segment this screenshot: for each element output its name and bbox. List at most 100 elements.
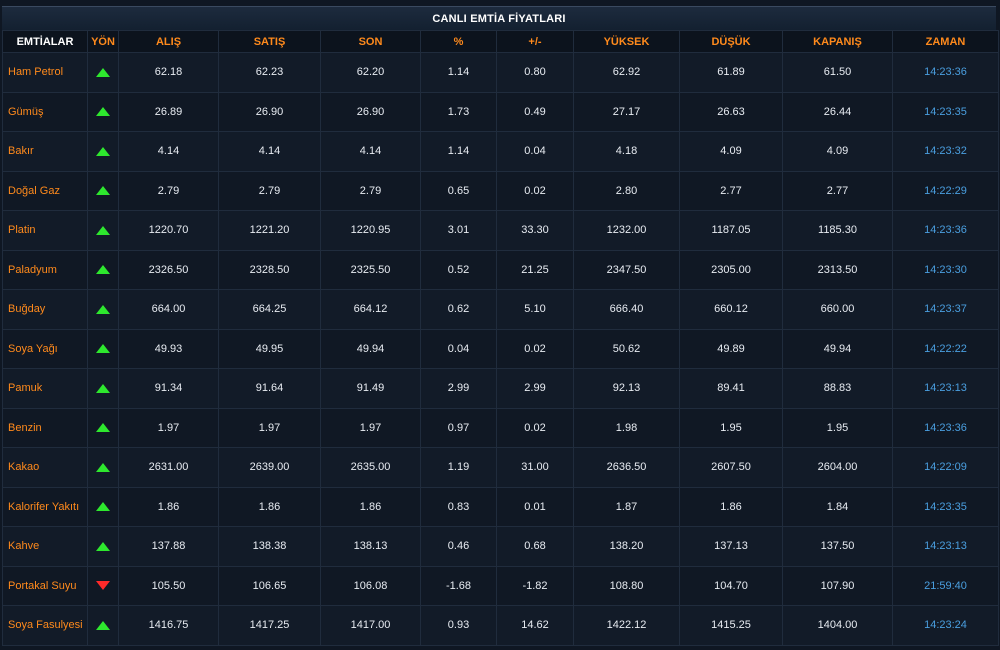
table-row[interactable]: Kakao 2631.00 2639.00 2635.00 1.19 31.00 2636.… (2, 447, 999, 488)
value-zaman: 14:23:36 (892, 407, 999, 448)
table-row[interactable]: Soya Yağı 49.93 49.95 49.94 0.04 0.02 50.62 49.… (2, 328, 999, 369)
value-pct: 0.04 (420, 328, 497, 369)
value-kapanis: 2604.00 (782, 447, 893, 488)
table-row[interactable]: Paladyum 2326.50 2328.50 2325.50 0.52 21.25 23… (2, 249, 999, 290)
table-row[interactable]: Kalorifer Yakıtı 1.86 1.86 1.86 0.83 0.01 1.87… (2, 486, 999, 527)
col-header-zaman[interactable]: ZAMAN (892, 30, 999, 53)
value-kapanis: 4.09 (782, 131, 893, 172)
value-alis: 62.18 (118, 52, 219, 93)
arrow-up-icon (96, 462, 110, 472)
col-header-satis[interactable]: SATIŞ (218, 30, 321, 53)
col-header-emtialar[interactable]: EMTİALAR (2, 30, 88, 53)
table-row[interactable]: Pamuk 91.34 91.64 91.49 2.99 2.99 92.13 89.41 88… (2, 368, 999, 409)
value-pct: 0.65 (420, 170, 497, 211)
value-diff: 0.02 (496, 407, 574, 448)
col-header-dusuk[interactable]: DÜŞÜK (679, 30, 783, 53)
value-dusuk: 104.70 (679, 565, 783, 606)
value-kapanis: 107.90 (782, 565, 893, 606)
table-row[interactable]: Bakır 4.14 4.14 4.14 1.14 0.04 4.18 4.09 4.09 14:… (2, 131, 999, 172)
value-satis: 1417.25 (218, 605, 321, 646)
value-zaman: 14:23:36 (892, 52, 999, 93)
value-dusuk: 137.13 (679, 526, 783, 567)
commodity-name[interactable]: Kahve (2, 526, 88, 567)
value-alis: 137.88 (118, 526, 219, 567)
value-yuksek: 138.20 (573, 526, 680, 567)
col-header-alis[interactable]: ALIŞ (118, 30, 219, 53)
col-header-son[interactable]: SON (320, 30, 421, 53)
commodity-name[interactable]: Benzin (2, 407, 88, 448)
table-row[interactable]: Ham Petrol 62.18 62.23 62.20 1.14 0.80 62.92 61… (2, 52, 999, 93)
commodity-name[interactable]: Portakal Suyu (2, 565, 88, 606)
value-kapanis: 2.77 (782, 170, 893, 211)
value-son: 664.12 (320, 289, 421, 330)
arrow-up-icon (96, 502, 110, 512)
table-header-row: EMTİALAR YÖN ALIŞ SATIŞ SON % +/- YÜKSEK… (2, 30, 999, 53)
value-son: 2635.00 (320, 447, 421, 488)
value-zaman: 14:23:30 (892, 249, 999, 290)
value-son: 2.79 (320, 170, 421, 211)
commodity-name[interactable]: Kakao (2, 447, 88, 488)
commodity-name[interactable]: Soya Yağı (2, 328, 88, 369)
value-satis: 106.65 (218, 565, 321, 606)
value-diff: 0.49 (496, 91, 574, 132)
arrow-up-icon (96, 383, 110, 393)
arrow-up-icon (96, 620, 110, 630)
table-body: Ham Petrol 62.18 62.23 62.20 1.14 0.80 62.92 61… (2, 52, 999, 646)
commodity-name[interactable]: Paladyum (2, 249, 88, 290)
value-son: 4.14 (320, 131, 421, 172)
commodity-name[interactable]: Buğday (2, 289, 88, 330)
value-kapanis: 2313.50 (782, 249, 893, 290)
value-yuksek: 108.80 (573, 565, 680, 606)
value-yuksek: 27.17 (573, 91, 680, 132)
value-pct: 1.14 (420, 131, 497, 172)
value-son: 1220.95 (320, 210, 421, 251)
value-yuksek: 4.18 (573, 131, 680, 172)
commodity-name[interactable]: Platin (2, 210, 88, 251)
table-row[interactable]: Soya Fasulyesi 1416.75 1417.25 1417.00 0.93 1… (2, 605, 999, 646)
value-diff: 2.99 (496, 368, 574, 409)
commodity-name[interactable]: Bakır (2, 131, 88, 172)
value-satis: 62.23 (218, 52, 321, 93)
value-son: 1.86 (320, 486, 421, 527)
value-pct: 3.01 (420, 210, 497, 251)
direction-cell (87, 368, 119, 409)
value-pct: 0.97 (420, 407, 497, 448)
value-diff: 21.25 (496, 249, 574, 290)
arrow-up-icon (96, 265, 110, 275)
value-yuksek: 50.62 (573, 328, 680, 369)
commodity-prices-panel: CANLI EMTİA FİYATLARI EMTİALAR YÖN ALIŞ … (0, 0, 1000, 650)
commodity-name[interactable]: Kalorifer Yakıtı (2, 486, 88, 527)
col-header-percent[interactable]: % (420, 30, 497, 53)
value-dusuk: 660.12 (679, 289, 783, 330)
value-zaman: 21:59:40 (892, 565, 999, 606)
value-pct: 1.19 (420, 447, 497, 488)
value-dusuk: 49.89 (679, 328, 783, 369)
direction-cell (87, 407, 119, 448)
commodity-name[interactable]: Soya Fasulyesi (2, 605, 88, 646)
value-yuksek: 1422.12 (573, 605, 680, 646)
table-row[interactable]: Buğday 664.00 664.25 664.12 0.62 5.10 666.40 66… (2, 289, 999, 330)
table-row[interactable]: Doğal Gaz 2.79 2.79 2.79 0.65 0.02 2.80 2.77 2.7… (2, 170, 999, 211)
table-row[interactable]: Gümüş 26.89 26.90 26.90 1.73 0.49 27.17 26.63 26… (2, 91, 999, 132)
col-header-change[interactable]: +/- (496, 30, 574, 53)
value-alis: 1416.75 (118, 605, 219, 646)
col-header-yon[interactable]: YÖN (87, 30, 119, 53)
value-kapanis: 1185.30 (782, 210, 893, 251)
direction-cell (87, 210, 119, 251)
commodity-name[interactable]: Doğal Gaz (2, 170, 88, 211)
table-row[interactable]: Portakal Suyu 105.50 106.65 106.08 -1.68 -1.8… (2, 565, 999, 606)
value-pct: -1.68 (420, 565, 497, 606)
table-row[interactable]: Platin 1220.70 1221.20 1220.95 3.01 33.30 1232… (2, 210, 999, 251)
commodity-name[interactable]: Gümüş (2, 91, 88, 132)
commodity-name[interactable]: Ham Petrol (2, 52, 88, 93)
table-row[interactable]: Kahve 137.88 138.38 138.13 0.46 0.68 138.20 137… (2, 526, 999, 567)
value-yuksek: 2636.50 (573, 447, 680, 488)
col-header-kapanis[interactable]: KAPANIŞ (782, 30, 893, 53)
commodity-name[interactable]: Pamuk (2, 368, 88, 409)
value-alis: 4.14 (118, 131, 219, 172)
col-header-yuksek[interactable]: YÜKSEK (573, 30, 680, 53)
value-yuksek: 62.92 (573, 52, 680, 93)
value-kapanis: 137.50 (782, 526, 893, 567)
table-row[interactable]: Benzin 1.97 1.97 1.97 0.97 0.02 1.98 1.95 1.95 14… (2, 407, 999, 448)
value-kapanis: 1.95 (782, 407, 893, 448)
